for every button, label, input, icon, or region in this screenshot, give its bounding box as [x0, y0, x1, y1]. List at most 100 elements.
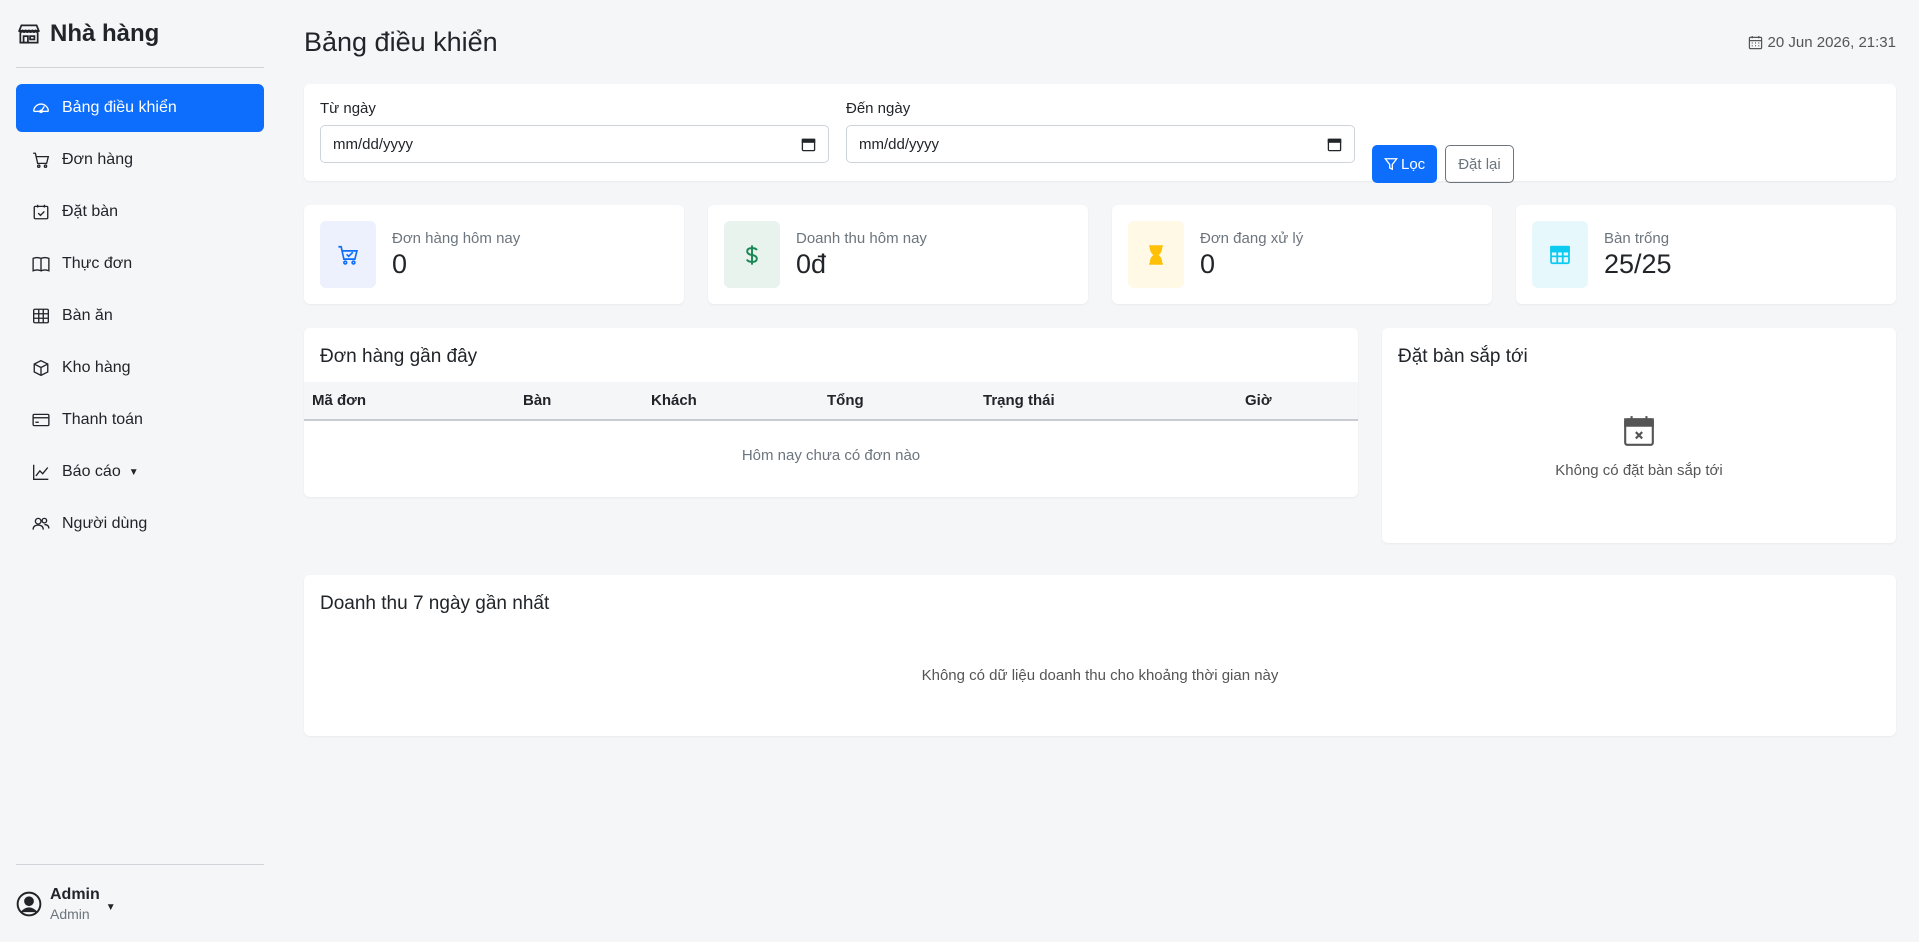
revenue-card: Doanh thu 7 ngày gần nhất Không có dữ li… [304, 575, 1896, 736]
to-date-value: mm/dd/yyyy [859, 135, 940, 153]
from-date-field: Từ ngày mm/dd/yyyy [320, 100, 829, 163]
calendar-icon[interactable] [801, 137, 816, 152]
table-header-row: Mã đơn Bàn Khách Tổng Trạng thái Giờ [304, 382, 1358, 421]
table-icon [32, 307, 50, 325]
empty-state: Không có đặt bàn sắp tới [1382, 414, 1896, 479]
stat-body: Bàn trống 25/25 [1604, 230, 1672, 280]
stat-card-revenue-today: Doanh thu hôm nay 0đ [708, 205, 1088, 304]
stat-card-free-tables: Bàn trống 25/25 [1516, 205, 1896, 304]
column-header: Bàn [515, 382, 643, 421]
to-date-input[interactable]: mm/dd/yyyy [846, 125, 1355, 163]
book-icon [32, 255, 50, 273]
cart-check-icon [320, 221, 376, 288]
stat-value: 25/25 [1604, 248, 1672, 279]
sidebar-item-label: Đơn hàng [62, 151, 133, 168]
main-content: Bảng điều khiển 20 Jun 2026, 21:31 Từ ng… [304, 0, 1896, 736]
dashboard-row: Đơn hàng gần đây Mã đơn Bàn Khách Tổng T… [304, 328, 1896, 543]
sidebar-item-label: Thanh toán [62, 411, 143, 428]
recent-orders-table: Mã đơn Bàn Khách Tổng Trạng thái Giờ Hôm… [304, 382, 1358, 489]
sidebar: Nhà hàng Bảng điều khiển Đơn hàng Đặt bà… [0, 0, 280, 942]
user-info: Admin Admin [50, 886, 100, 922]
user-menu[interactable]: Admin Admin ▼ [16, 864, 264, 942]
filter-icon [1384, 157, 1398, 171]
stat-body: Đơn đang xử lý 0 [1200, 230, 1303, 280]
stat-value: 0 [392, 248, 408, 279]
table-icon [1532, 221, 1588, 288]
column-header: Tổng [819, 382, 975, 421]
datetime-text: 20 Jun 2026, 21:31 [1767, 33, 1896, 51]
filter-button-label: Lọc [1401, 155, 1426, 173]
sidebar-item-tables[interactable]: Bàn ăn [16, 292, 264, 340]
brand[interactable]: Nhà hàng [16, 0, 264, 68]
stat-label: Doanh thu hôm nay [796, 229, 927, 247]
empty-orders-message: Hôm nay chưa có đơn nào [741, 447, 921, 464]
sidebar-item-reservations[interactable]: Đặt bàn [16, 188, 264, 236]
sidebar-item-label: Đặt bàn [62, 203, 119, 220]
recent-orders-card: Đơn hàng gần đây Mã đơn Bàn Khách Tổng T… [304, 328, 1358, 497]
box-icon [32, 359, 50, 377]
chart-line-icon [32, 463, 50, 481]
column-header: Khách [643, 382, 819, 421]
sidebar-item-label: Báo cáo [62, 463, 121, 480]
stat-card-orders-today: Đơn hàng hôm nay 0 [304, 205, 684, 304]
sidebar-item-inventory[interactable]: Kho hàng [16, 344, 264, 392]
date-filter: Từ ngày mm/dd/yyyy Đến ngày mm/dd/yyyy L… [304, 84, 1896, 183]
reset-button[interactable]: Đặt lại [1445, 145, 1514, 183]
upcoming-reservations-card: Đặt bàn sắp tới Không có đặt bàn sắp tới [1382, 328, 1896, 543]
calendar-x-icon [1622, 414, 1656, 448]
sidebar-item-label: Kho hàng [62, 359, 131, 376]
from-date-value: mm/dd/yyyy [333, 135, 414, 153]
sidebar-item-reports[interactable]: Báo cáo ▼ [16, 448, 264, 496]
from-date-label: Từ ngày [320, 100, 376, 117]
empty-reservations-message: Không có đặt bàn sắp tới [1555, 462, 1723, 479]
stat-cards: Đơn hàng hôm nay 0 Doanh thu hôm nay 0đ [304, 205, 1896, 304]
calendar-check-icon [32, 203, 50, 221]
stat-label: Bàn trống [1604, 229, 1670, 247]
revenue-title: Doanh thu 7 ngày gần nhất [320, 593, 550, 614]
stat-value: 0đ [796, 248, 827, 279]
credit-card-icon [32, 411, 50, 429]
hourglass-icon [1128, 221, 1184, 288]
table-row: Hôm nay chưa có đơn nào [304, 420, 1358, 489]
calendar-icon[interactable] [1327, 137, 1342, 152]
cart-icon [32, 151, 50, 169]
people-icon [32, 515, 50, 533]
page-title: Bảng điều khiển [304, 26, 498, 57]
speedometer-icon [32, 99, 50, 117]
reset-button-label: Đặt lại [1458, 155, 1501, 173]
stat-card-processing: Đơn đang xử lý 0 [1112, 205, 1492, 304]
sidebar-item-label: Người dùng [62, 515, 148, 532]
page-header: Bảng điều khiển 20 Jun 2026, 21:31 [304, 0, 1896, 84]
stat-value: 0 [1200, 248, 1216, 279]
from-date-input[interactable]: mm/dd/yyyy [320, 125, 829, 163]
empty-revenue-message: Không có dữ liệu doanh thu cho khoảng th… [921, 667, 1279, 684]
stat-body: Đơn hàng hôm nay 0 [392, 230, 520, 280]
column-header: Mã đơn [304, 382, 515, 421]
store-icon [16, 21, 42, 47]
sidebar-item-menu[interactable]: Thực đơn [16, 240, 264, 288]
filter-button[interactable]: Lọc [1372, 145, 1438, 183]
column-header: Trạng thái [975, 382, 1237, 421]
user-name: Admin [50, 885, 100, 903]
calendar-icon [1748, 35, 1763, 50]
stat-body: Doanh thu hôm nay 0đ [796, 230, 927, 280]
sidebar-item-label: Bảng điều khiển [62, 99, 177, 116]
sidebar-item-label: Bàn ăn [62, 307, 113, 324]
sidebar-item-label: Thực đơn [62, 255, 133, 272]
chevron-down-icon: ▼ [105, 902, 116, 913]
sidebar-item-dashboard[interactable]: Bảng điều khiển [16, 84, 264, 132]
to-date-label: Đến ngày [846, 100, 911, 117]
user-role: Admin [50, 905, 90, 922]
sidebar-item-users[interactable]: Người dùng [16, 500, 264, 548]
sidebar-nav: Bảng điều khiển Đơn hàng Đặt bàn Thực đơ… [16, 84, 264, 548]
stat-label: Đơn hàng hôm nay [392, 229, 521, 247]
upcoming-reservations-title: Đặt bàn sắp tới [1398, 346, 1528, 367]
chevron-down-icon: ▼ [128, 466, 139, 478]
sidebar-item-orders[interactable]: Đơn hàng [16, 136, 264, 184]
recent-orders-title: Đơn hàng gần đây [320, 346, 478, 367]
sidebar-item-payments[interactable]: Thanh toán [16, 396, 264, 444]
column-header: Giờ [1237, 382, 1358, 421]
dollar-icon [724, 221, 780, 288]
current-datetime: 20 Jun 2026, 21:31 [1748, 34, 1896, 51]
stat-label: Đơn đang xử lý [1200, 229, 1304, 247]
